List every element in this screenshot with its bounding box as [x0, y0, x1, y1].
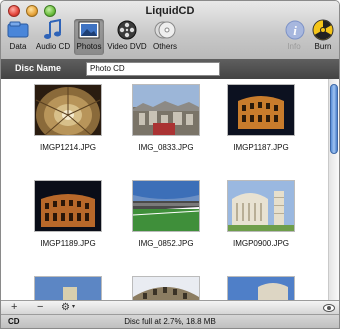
info-icon: i — [285, 20, 305, 40]
toolbar-others-button[interactable]: Others — [150, 19, 180, 55]
vertical-scrollbar[interactable] — [328, 79, 339, 300]
toolbar-photos-label: Photos — [76, 42, 102, 51]
photo-thumbnail — [132, 276, 200, 300]
film-reel-icon — [117, 20, 137, 40]
photo-filename: IMG_0852.JPG — [138, 239, 194, 248]
photo-item[interactable]: IMGP1214.JPG — [23, 84, 113, 152]
toolbar-info-button[interactable]: i Info — [283, 19, 305, 55]
music-note-icon — [44, 19, 61, 39]
photo-item[interactable] — [23, 276, 113, 300]
gear-icon[interactable]: ⚙ — [61, 301, 70, 314]
photo-thumbnail — [34, 180, 102, 232]
app-window: LiquidCD Data Audio CD Photos Video DVD … — [0, 0, 340, 329]
photo-item[interactable]: IMGP1189.JPG — [23, 180, 113, 248]
photos-icon — [78, 21, 100, 39]
toolbar: LiquidCD Data Audio CD Photos Video DVD … — [1, 1, 339, 60]
photo-thumbnail — [227, 276, 295, 300]
window-title: LiquidCD — [145, 5, 195, 17]
photo-item[interactable]: IMG_0833.JPG — [121, 84, 211, 152]
photo-item[interactable] — [121, 276, 211, 300]
photo-filename: IMGP0900.JPG — [232, 239, 290, 248]
disc-stack-icon — [154, 21, 176, 39]
toolbar-video-dvd-button[interactable]: Video DVD — [107, 19, 147, 55]
photo-item[interactable]: IMG_0852.JPG — [121, 180, 211, 248]
photo-thumbnail — [132, 180, 200, 232]
toolbar-data-label: Data — [9, 42, 27, 51]
toolbar-audio-cd-label: Audio CD — [35, 42, 71, 51]
toolbar-photos-button[interactable]: Photos — [74, 19, 104, 55]
data-disc-icon — [7, 21, 29, 38]
photo-filename: IMGP1214.JPG — [39, 143, 97, 152]
status-bar: CD Disc full at 2.7%, 18.8 MB — [1, 314, 339, 328]
scrollbar-thumb[interactable] — [330, 84, 338, 154]
toolbar-data-button[interactable]: Data — [5, 19, 31, 55]
toolbar-burn-button[interactable]: Burn — [311, 19, 335, 55]
photo-thumbnail — [34, 84, 102, 136]
disc-usage-text: Disc full at 2.7%, 18.8 MB — [124, 317, 216, 326]
photo-filename: IMGP1189.JPG — [40, 239, 96, 248]
chevron-down-icon[interactable]: ▾ — [72, 301, 75, 314]
action-bar: + − ⚙ ▾ — [1, 300, 339, 315]
photo-thumbnail — [227, 84, 295, 136]
toolbar-burn-label: Burn — [314, 42, 332, 51]
photo-item[interactable] — [216, 276, 306, 300]
add-button[interactable]: + — [11, 301, 17, 314]
disc-name-label: Disc Name — [15, 63, 62, 73]
photo-thumbnail — [227, 180, 295, 232]
toolbar-audio-cd-button[interactable]: Audio CD — [34, 19, 72, 55]
toolbar-info-label: Info — [287, 42, 301, 51]
remove-button[interactable]: − — [37, 301, 43, 314]
toolbar-others-label: Others — [152, 42, 177, 51]
toolbar-video-dvd-label: Video DVD — [107, 42, 147, 51]
svg-text:i: i — [293, 23, 297, 38]
burn-icon — [312, 19, 334, 41]
photo-thumbnail — [132, 84, 200, 136]
disc-name-bar: Disc Name Photo CD — [1, 59, 339, 79]
disc-name-input[interactable]: Photo CD — [86, 62, 220, 76]
photo-thumbnail — [34, 276, 102, 300]
photo-filename: IMGP1187.JPG — [233, 143, 289, 152]
eye-icon[interactable] — [323, 303, 335, 313]
photo-grid: IMGP1214.JPG IMG_0833.JPG IMGP1187.JPG I… — [1, 79, 328, 300]
photo-item[interactable]: IMGP1187.JPG — [216, 84, 306, 152]
photo-item[interactable]: IMGP0900.JPG — [216, 180, 306, 248]
photo-filename: IMG_0833.JPG — [138, 143, 194, 152]
